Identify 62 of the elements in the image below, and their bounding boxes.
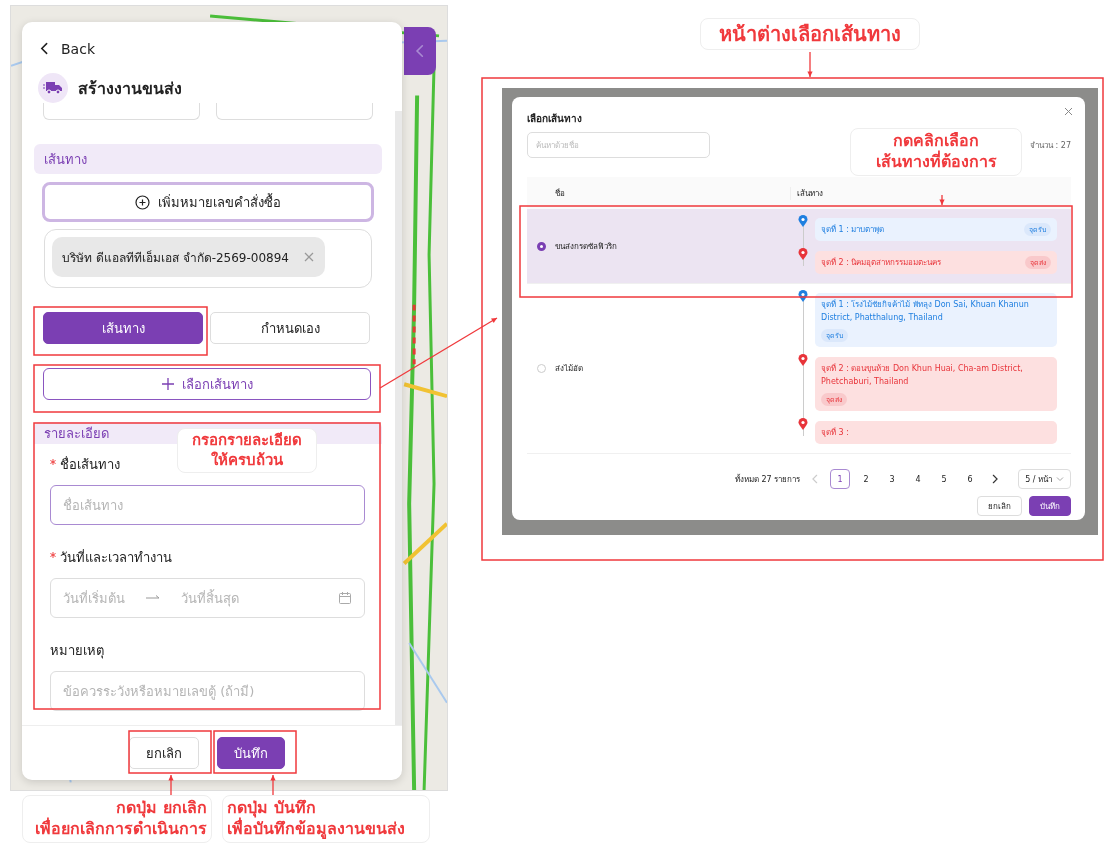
- location-pin-icon: [798, 354, 808, 366]
- mode-tab[interactable]: เส้นทาง: [43, 312, 203, 344]
- scrollbar[interactable]: [395, 111, 402, 725]
- arrow-right-icon: [145, 594, 161, 602]
- column-header: เส้นทาง: [790, 186, 1071, 200]
- callout-label: หน้าต่างเลือกเส้นทาง: [700, 18, 920, 50]
- location-pin-icon: [798, 248, 808, 260]
- stop-label: จุดที่ 3 :: [821, 426, 849, 439]
- stop-label: จุดที่ 2 : นิคมอุตสาหกรรมอมตะนคร: [821, 256, 942, 269]
- cancel-button[interactable]: ยกเลิก: [977, 496, 1022, 516]
- arrow: [807, 51, 813, 78]
- search-field[interactable]: ค้นหาด้วยชื่อ: [527, 132, 710, 158]
- page-button[interactable]: 5: [934, 469, 955, 489]
- column-header: ชื่อ: [555, 187, 566, 200]
- stop-label: จุดที่ 1 : โรงไม้ชัยกิจค้าไม้ พัทลุง Don Sai, Khuan Khanun District, Phatthalung, Thailand: [821, 298, 1030, 324]
- section-header: เส้นทาง: [34, 144, 382, 174]
- page-button[interactable]: 3: [882, 469, 903, 489]
- add-order-button[interactable]: เพิ่มหมายเลขคำสั่งซื้อ: [42, 182, 374, 222]
- callout-label: กดคลิกเลือก เส้นทางที่ต้องการ: [850, 128, 1022, 176]
- arrow: [939, 194, 945, 206]
- page-button[interactable]: 2: [856, 469, 877, 489]
- location-pin-icon: [798, 215, 808, 227]
- collapse-button[interactable]: [404, 27, 436, 75]
- page-button[interactable]: 1: [830, 469, 851, 489]
- plus-circle-icon: [135, 194, 150, 210]
- order-tag-field[interactable]: บริษัท ดีแอลทีทีเอ็มเอส จำกัด-2569-00894: [44, 229, 372, 288]
- location-pin-icon: [798, 290, 808, 302]
- save-button[interactable]: บันทึก: [217, 737, 285, 769]
- input-field[interactable]: ชื่อเส้นทาง: [50, 485, 365, 525]
- total-label: ทั้งหมด 27 รายการ: [734, 473, 801, 486]
- plus-icon: [161, 378, 174, 390]
- page-button[interactable]: 4: [908, 469, 929, 489]
- cancel-button[interactable]: ยกเลิก: [129, 737, 199, 769]
- callout-label: กดปุ่ม ยกเลิก เพื่อยกเลิกการดำเนินการ: [22, 795, 212, 843]
- stop-label: จุดที่ 1 : มาบตาพุด: [821, 223, 885, 236]
- page-button[interactable]: 6: [960, 469, 981, 489]
- save-button[interactable]: บันทึก: [1029, 496, 1071, 516]
- mode-tab[interactable]: กำหนดเอง: [210, 312, 370, 344]
- location-pin-icon: [798, 418, 808, 430]
- field-label: หมายเหตุ: [50, 642, 104, 661]
- table-cell-text: ขนส่งกรดซัลฟิวริก: [555, 240, 618, 253]
- callout-label: กรอกรายละเอียด ให้ครบถ้วน: [177, 428, 317, 473]
- start-date-placeholder: วันที่เริ่มต้น: [63, 589, 125, 608]
- field-label: วันที่และเวลาทำงาน: [60, 548, 172, 567]
- count-label: จำนวน : 27: [1030, 139, 1071, 152]
- table-cell-text: ส่งไม้อัด: [555, 363, 584, 375]
- end-date-placeholder: วันที่สิ้นสุด: [181, 588, 239, 609]
- remove-icon[interactable]: [303, 251, 315, 263]
- dialog-title: เลือกเส้นทาง: [527, 112, 583, 126]
- page-title: สร้างงานขนส่ง: [78, 77, 182, 100]
- calendar-icon: [338, 591, 352, 605]
- order-tag-label: บริษัท ดีแอลทีทีเอ็มเอส จำกัด-2569-00894: [62, 249, 289, 267]
- close-icon[interactable]: [1064, 107, 1073, 116]
- field-label: ชื่อเส้นทาง: [60, 455, 120, 474]
- stop-label: จุดที่ 2 : ดอนขุนห้วย Don Khun Huai, Cha-am District, Phetchaburi, Thailand: [821, 362, 1024, 388]
- truck-icon: [38, 73, 68, 103]
- radio-button[interactable]: [536, 241, 546, 251]
- caret-icon: [1056, 475, 1064, 483]
- back-button[interactable]: Back: [38, 40, 95, 57]
- callout-label: กดปุ่ม บันทึก เพื่อบันทึกข้อมูลงานขนส่ง: [222, 795, 430, 843]
- choose-route-button[interactable]: เลือกเส้นทาง: [43, 368, 371, 400]
- page-size-select[interactable]: 5 / หน้า: [1018, 469, 1071, 489]
